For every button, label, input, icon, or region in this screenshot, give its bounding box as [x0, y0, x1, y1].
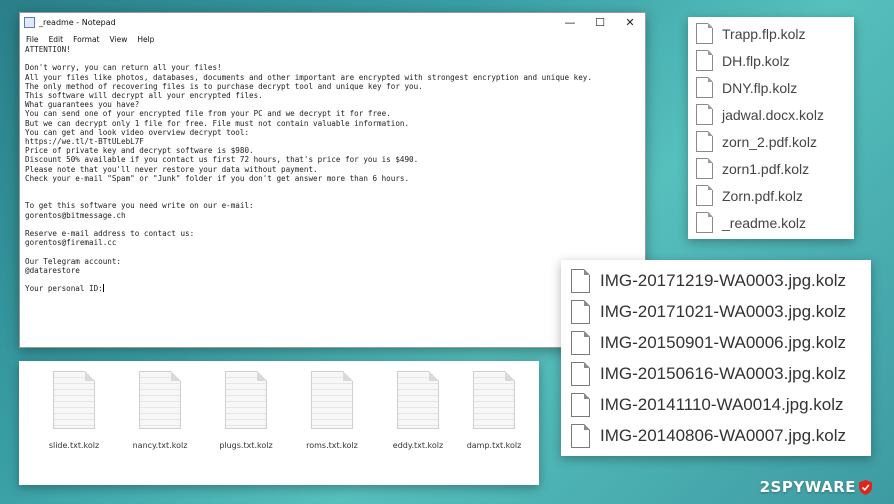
- document-icon: [571, 269, 590, 293]
- list-item[interactable]: zorn_2.pdf.kolz: [696, 128, 817, 155]
- file-name: IMG-20171219-WA0003.jpg.kolz: [600, 271, 847, 290]
- document-icon: [571, 393, 590, 417]
- text-editor-area[interactable]: ATTENTION! Don't worry, you can return a…: [25, 45, 641, 343]
- file-name: zorn1.pdf.kolz: [722, 160, 810, 177]
- notepad-titlebar[interactable]: _readme - Notepad — ☐ ✕: [20, 13, 645, 32]
- file-name: DH.flp.kolz: [722, 52, 790, 69]
- document-icon: [571, 331, 590, 355]
- menu-bar: File Edit Format View Help: [20, 32, 645, 46]
- document-icon: [571, 362, 590, 386]
- document-icon: [53, 371, 95, 429]
- list-item[interactable]: IMG-20150616-WA0003.jpg.kolz: [571, 359, 846, 389]
- document-icon: [311, 371, 353, 429]
- ransom-note-text: ATTENTION! Don't worry, you can return a…: [25, 45, 592, 294]
- document-icon: [571, 300, 590, 324]
- file-icon-item[interactable]: eddy.txt.kolz: [378, 371, 458, 450]
- file-list-top-right: Trapp.flp.kolz DH.flp.kolz DNY.flp.kolz …: [688, 17, 854, 239]
- list-item[interactable]: Trapp.flp.kolz: [696, 20, 806, 47]
- file-name: IMG-20150616-WA0003.jpg.kolz: [600, 364, 847, 383]
- menu-help[interactable]: Help: [137, 35, 154, 44]
- list-item[interactable]: IMG-20171021-WA0003.jpg.kolz: [571, 297, 846, 327]
- document-icon: [696, 23, 713, 44]
- text-caret: [102, 284, 104, 293]
- document-icon: [397, 371, 439, 429]
- list-item[interactable]: IMG-20140806-WA0007.jpg.kolz: [571, 421, 846, 451]
- menu-edit[interactable]: Edit: [49, 35, 64, 44]
- document-icon: [571, 424, 590, 448]
- document-icon: [696, 185, 713, 206]
- document-icon: [696, 104, 713, 125]
- list-item[interactable]: IMG-20150901-WA0006.jpg.kolz: [571, 328, 846, 358]
- file-name: plugs.txt.kolz: [219, 441, 273, 450]
- file-name: nancy.txt.kolz: [132, 441, 188, 450]
- list-item[interactable]: Zorn.pdf.kolz: [696, 182, 803, 209]
- file-name: zorn_2.pdf.kolz: [722, 133, 817, 150]
- file-name: IMG-20141110-WA0014.jpg.kolz: [600, 395, 844, 414]
- minimize-button[interactable]: —: [555, 13, 585, 32]
- watermark-logo: 2SPYWARE: [760, 478, 872, 496]
- maximize-button[interactable]: ☐: [585, 13, 615, 32]
- list-item[interactable]: jadwal.docx.kolz: [696, 101, 824, 128]
- close-button[interactable]: ✕: [615, 13, 645, 32]
- list-item[interactable]: zorn1.pdf.kolz: [696, 155, 809, 182]
- list-item[interactable]: IMG-20141110-WA0014.jpg.kolz: [571, 390, 843, 420]
- list-item[interactable]: DNY.flp.kolz: [696, 74, 797, 101]
- document-icon: [696, 158, 713, 179]
- list-item[interactable]: _readme.kolz: [696, 209, 806, 236]
- list-item[interactable]: DH.flp.kolz: [696, 47, 790, 74]
- document-icon: [696, 50, 713, 71]
- file-name: Trapp.flp.kolz: [722, 25, 806, 42]
- file-icon-item[interactable]: nancy.txt.kolz: [120, 371, 200, 450]
- file-name: eddy.txt.kolz: [392, 441, 444, 450]
- document-icon: [225, 371, 267, 429]
- file-name: jadwal.docx.kolz: [722, 106, 824, 123]
- notepad-window: _readme - Notepad — ☐ ✕ File Edit Format…: [19, 12, 646, 348]
- document-icon: [696, 131, 713, 152]
- file-list-bottom-right: IMG-20171219-WA0003.jpg.kolz IMG-2017102…: [561, 260, 871, 456]
- notepad-icon: [24, 17, 35, 28]
- document-icon: [139, 371, 181, 429]
- file-name: DNY.flp.kolz: [722, 79, 798, 96]
- document-icon: [696, 212, 713, 233]
- icon-view-panel: slide.txt.kolz nancy.txt.kolz plugs.txt.…: [19, 361, 539, 485]
- file-icon-item[interactable]: damp.txt.kolz: [454, 371, 534, 450]
- file-name: IMG-20140806-WA0007.jpg.kolz: [600, 426, 847, 445]
- file-icon-item[interactable]: slide.txt.kolz: [34, 371, 114, 450]
- file-name: Zorn.pdf.kolz: [722, 187, 803, 204]
- menu-view[interactable]: View: [110, 35, 128, 44]
- menu-file[interactable]: File: [26, 35, 39, 44]
- file-icon-item[interactable]: roms.txt.kolz: [292, 371, 372, 450]
- file-name: IMG-20171021-WA0003.jpg.kolz: [600, 302, 847, 321]
- window-title: _readme - Notepad: [39, 18, 116, 27]
- watermark-text: 2SPYWARE: [759, 478, 856, 496]
- file-name: _readme.kolz: [722, 214, 807, 231]
- file-icon-item[interactable]: plugs.txt.kolz: [206, 371, 286, 450]
- shield-icon: [859, 479, 872, 495]
- file-name: roms.txt.kolz: [306, 441, 358, 450]
- file-name: damp.txt.kolz: [466, 441, 522, 450]
- menu-format[interactable]: Format: [73, 35, 99, 44]
- list-item[interactable]: IMG-20171219-WA0003.jpg.kolz: [571, 266, 846, 296]
- file-name: slide.txt.kolz: [48, 441, 100, 450]
- document-icon: [696, 77, 713, 98]
- document-icon: [473, 371, 515, 429]
- file-name: IMG-20150901-WA0006.jpg.kolz: [600, 333, 847, 352]
